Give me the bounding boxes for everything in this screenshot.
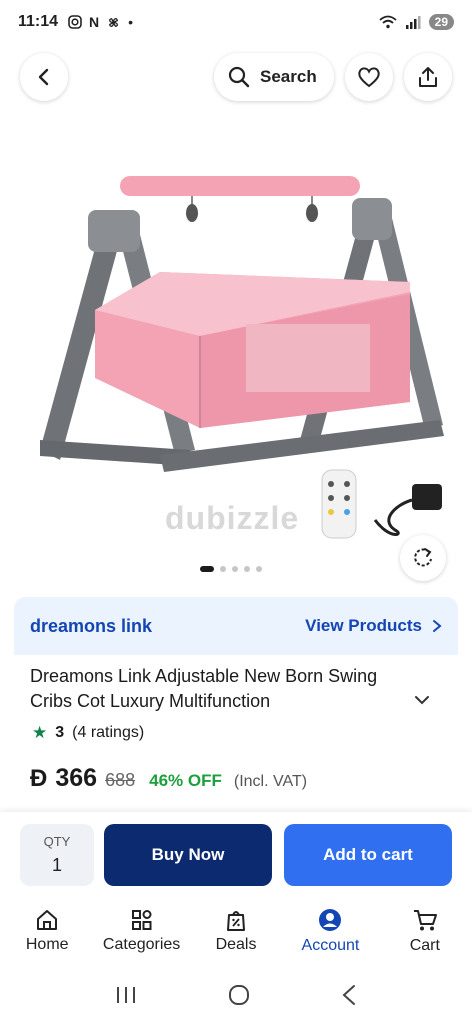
status-icons: N •	[68, 14, 133, 30]
buy-now-button[interactable]: Buy Now	[104, 824, 272, 886]
system-navigation	[0, 966, 472, 1024]
recent-apps-icon[interactable]	[115, 985, 137, 1005]
nav-label-cart: Cart	[409, 936, 440, 954]
image-pagination[interactable]	[200, 566, 262, 572]
nav-label-home: Home	[25, 935, 69, 953]
back-system-icon[interactable]	[341, 984, 357, 1006]
view-products-label: View Products	[305, 616, 422, 635]
heart-icon	[358, 67, 380, 88]
view-products-link[interactable]: View Products	[305, 616, 442, 636]
status-time: 11:14	[18, 13, 59, 30]
pagination-dot[interactable]	[232, 566, 238, 572]
star-icon: ★	[32, 723, 48, 742]
share-button[interactable]	[404, 53, 452, 101]
bottom-navigation: Home Categories Deals Account Cart	[0, 896, 472, 966]
qty-label: QTY	[43, 834, 71, 849]
status-bar: 11:14 N • 29	[0, 0, 472, 44]
nav-label-categories: Categories	[102, 935, 181, 953]
chevron-down-icon	[415, 696, 429, 705]
rating-value: 3	[55, 724, 65, 741]
rotate-360-icon	[414, 548, 432, 567]
nav-item-home[interactable]: Home	[0, 896, 94, 966]
cart-icon	[413, 909, 437, 930]
pagination-dot[interactable]	[200, 566, 214, 572]
current-price: 366	[55, 764, 98, 792]
pagination-dot[interactable]	[256, 566, 262, 572]
price-row: Đ 366 688 46% OFF (Incl. VAT)	[30, 764, 307, 793]
instagram-icon	[68, 15, 82, 29]
nav-item-categories[interactable]: Categories	[94, 896, 188, 966]
pagination-dot[interactable]	[220, 566, 226, 572]
wifi-icon	[379, 15, 397, 29]
categories-icon	[131, 909, 152, 930]
seller-banner[interactable]: dreamons link View Products	[14, 597, 458, 655]
nav-item-cart[interactable]: Cart	[378, 896, 472, 966]
product-rating[interactable]: ★ 3 (4 ratings)	[32, 723, 144, 743]
product-image-gallery[interactable]: dubizzle	[0, 110, 472, 590]
status-right: 29	[379, 14, 454, 30]
home-icon	[37, 909, 58, 930]
currency-symbol: Đ	[30, 765, 48, 792]
pagination-dot[interactable]	[244, 566, 250, 572]
expand-title-button[interactable]	[414, 692, 430, 710]
old-price: 688	[105, 770, 136, 790]
product-title: Dreamons Link Adjustable New Born Swing …	[30, 666, 378, 711]
back-button[interactable]	[20, 53, 68, 101]
nav-label-account: Account	[301, 936, 360, 954]
search-button[interactable]: Search	[214, 53, 334, 101]
discount-badge: 46% OFF	[149, 771, 222, 790]
pinwheel-icon	[109, 17, 119, 27]
battery-badge: 29	[428, 14, 454, 30]
n-icon: N	[89, 14, 100, 30]
back-icon	[38, 68, 49, 86]
add-to-cart-button[interactable]: Add to cart	[284, 824, 452, 886]
account-icon	[319, 908, 342, 931]
favorite-button[interactable]	[345, 53, 393, 101]
vat-note: (Incl. VAT)	[233, 773, 308, 790]
seller-name[interactable]: dreamons link	[30, 616, 152, 637]
home-system-icon[interactable]	[228, 984, 250, 1006]
watermark: dubizzle	[165, 500, 300, 536]
search-icon	[228, 66, 250, 88]
deals-icon	[227, 910, 246, 931]
purchase-bar: QTY 1 Buy Now Add to cart	[0, 812, 472, 896]
rotate-view-button[interactable]	[400, 535, 446, 581]
nav-item-account[interactable]: Account	[283, 896, 377, 966]
signal-icon	[405, 16, 421, 29]
quantity-selector[interactable]: QTY 1	[20, 824, 94, 886]
ratings-count[interactable]: (4 ratings)	[72, 724, 144, 742]
search-label: Search	[260, 67, 317, 86]
nav-label-deals: Deals	[215, 935, 257, 953]
dot-icon: •	[128, 14, 134, 30]
qty-value: 1	[51, 855, 62, 875]
nav-item-deals[interactable]: Deals	[189, 896, 283, 966]
chevron-right-icon	[433, 620, 442, 632]
share-icon	[419, 67, 437, 87]
